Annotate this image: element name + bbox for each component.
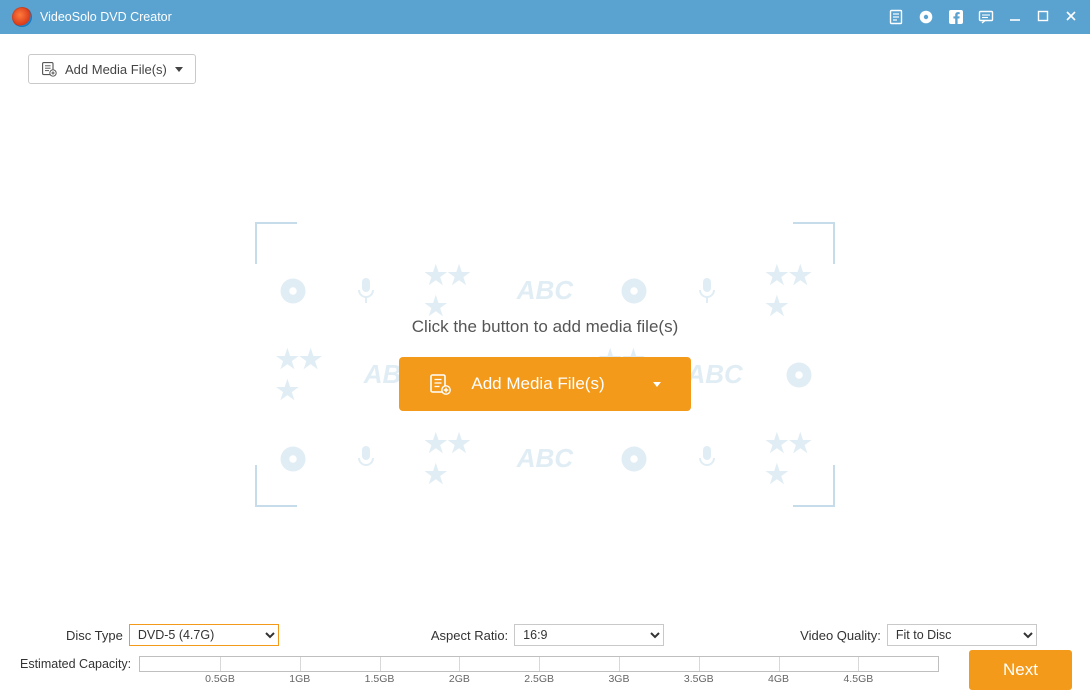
dropzone-hint: Click the button to add media file(s) bbox=[412, 317, 678, 337]
capacity-tick: 3.5GB bbox=[684, 673, 714, 685]
feedback-icon[interactable] bbox=[978, 9, 994, 25]
capacity-tick: 2.5GB bbox=[524, 673, 554, 685]
add-media-label: Add Media File(s) bbox=[65, 62, 167, 77]
capacity-meter: 0.5GB1GB1.5GB2GB2.5GB3GB3.5GB4GB4.5GB bbox=[139, 656, 939, 672]
add-media-icon bbox=[41, 61, 57, 77]
toolbar: Add Media File(s) bbox=[0, 34, 1090, 84]
capacity-tick: 0.5GB bbox=[205, 673, 235, 685]
app-logo-icon bbox=[12, 7, 32, 27]
chevron-down-icon bbox=[175, 67, 183, 72]
capacity-tick: 2GB bbox=[449, 673, 470, 685]
capacity-tick: 4GB bbox=[768, 673, 789, 685]
aspect-ratio-label: Aspect Ratio: bbox=[431, 628, 508, 643]
next-button[interactable]: Next bbox=[969, 650, 1072, 690]
capacity-tick: 1GB bbox=[289, 673, 310, 685]
capacity-tick: 4.5GB bbox=[843, 673, 873, 685]
video-quality-label: Video Quality: bbox=[800, 628, 881, 643]
dropzone-corner bbox=[255, 222, 297, 264]
next-label: Next bbox=[1003, 660, 1038, 679]
decorative-media-row: ★★★ ABC ★★★ bbox=[255, 428, 835, 490]
dropzone-corner bbox=[793, 222, 835, 264]
bottom-bar: Disc Type DVD-5 (4.7G) Aspect Ratio: 16:… bbox=[0, 620, 1090, 700]
help-icon[interactable] bbox=[918, 9, 934, 25]
dropzone[interactable]: ★★★ ABC ★★★ ★★★ ABC ★★★ ABC ★★★ ABC ★★★ … bbox=[255, 222, 835, 507]
main-area: ★★★ ABC ★★★ ★★★ ABC ★★★ ABC ★★★ ABC ★★★ … bbox=[0, 84, 1090, 644]
add-media-big-label: Add Media File(s) bbox=[471, 374, 604, 394]
maximize-button[interactable] bbox=[1036, 9, 1050, 26]
purchase-icon[interactable] bbox=[888, 9, 904, 25]
close-button[interactable] bbox=[1064, 9, 1078, 26]
add-media-icon bbox=[429, 373, 451, 395]
chevron-down-icon bbox=[653, 382, 661, 387]
dropzone-corner bbox=[255, 465, 297, 507]
dropzone-corner bbox=[793, 465, 835, 507]
video-quality-select[interactable]: Fit to Disc bbox=[887, 624, 1037, 646]
app-title: VideoSolo DVD Creator bbox=[40, 10, 172, 24]
minimize-button[interactable] bbox=[1008, 9, 1022, 26]
disc-type-select[interactable]: DVD-5 (4.7G) bbox=[129, 624, 279, 646]
aspect-ratio-select[interactable]: 16:9 bbox=[514, 624, 664, 646]
disc-type-label: Disc Type bbox=[66, 628, 123, 643]
titlebar: VideoSolo DVD Creator bbox=[0, 0, 1090, 34]
decorative-media-row: ★★★ ABC ★★★ bbox=[255, 260, 835, 322]
capacity-tick: 3GB bbox=[608, 673, 629, 685]
facebook-icon[interactable] bbox=[948, 9, 964, 25]
capacity-tick: 1.5GB bbox=[365, 673, 395, 685]
add-media-button[interactable]: Add Media File(s) bbox=[28, 54, 196, 84]
add-media-big-button[interactable]: Add Media File(s) bbox=[399, 357, 690, 411]
capacity-label: Estimated Capacity: bbox=[20, 657, 131, 671]
